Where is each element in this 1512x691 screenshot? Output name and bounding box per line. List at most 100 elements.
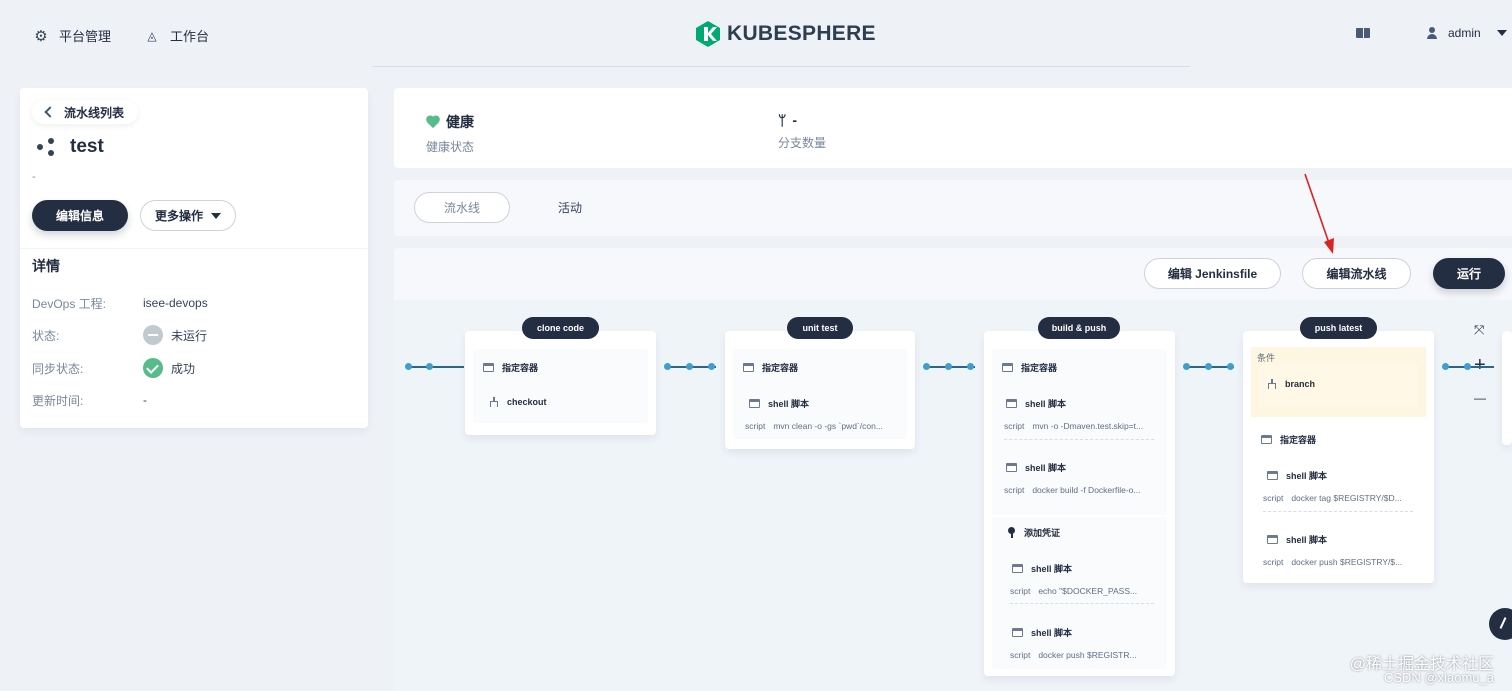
condition-box[interactable]: 条件 branch <box>1251 347 1426 417</box>
watermark-csdn: CSDN @xiaomu_a <box>1383 670 1494 685</box>
kubesphere-logo[interactable]: KUBESPHERE <box>695 20 876 48</box>
user-menu[interactable]: admin <box>1426 26 1507 40</box>
logo-text: KUBESPHERE <box>727 22 876 45</box>
platform-management-link[interactable]: ⚙ 平台管理 <box>33 26 111 45</box>
step-title: shell 脚本 <box>1025 399 1067 409</box>
shell-step[interactable]: shell 脚本 <box>1006 397 1066 410</box>
caret-down-icon <box>211 212 221 219</box>
step-separator <box>1263 511 1413 512</box>
back-to-pipeline-list[interactable]: 流水线列表 <box>32 100 139 124</box>
condition-label: branch <box>1285 379 1316 389</box>
key-icon <box>1008 527 1016 538</box>
stage-label-unit-test[interactable]: unit test <box>787 317 853 339</box>
health-stat: 健康 健康状态 <box>426 112 474 155</box>
shell-step[interactable]: shell 脚本 <box>1012 562 1072 575</box>
workbench-link[interactable]: ◬ 工作台 <box>144 26 209 45</box>
container-label: 指定容器 <box>762 363 799 373</box>
script-value: docker tag $REGISTRY/$D... <box>1291 493 1402 503</box>
shell-step[interactable]: shell 脚本 <box>749 397 809 410</box>
script-value: docker push $REGISTR... <box>1038 650 1137 660</box>
shell-icon <box>1012 628 1023 637</box>
stage-unit-test[interactable]: 指定容器 shell 脚本 script mvn clean -o -gs `pw… <box>725 331 915 449</box>
detail-key: DevOps 工程: <box>32 296 107 311</box>
detail-status: 状态: 未运行 <box>32 325 207 345</box>
connector-dot <box>1442 363 1449 370</box>
shell-icon <box>1006 463 1017 472</box>
credential-step[interactable]: 添加凭证 shell 脚本 script echo "$DOCKER_PASS..… <box>992 517 1167 669</box>
shell-icon <box>1006 399 1017 408</box>
container-step-header: 指定容器 <box>743 361 798 374</box>
health-label: 健康状态 <box>426 140 475 154</box>
container-step[interactable]: 指定容器 shell 脚本 script mvn clean -o -gs `pw… <box>733 349 907 439</box>
edit-pipeline-button[interactable]: 编辑流水线 <box>1302 258 1411 289</box>
stage-build-push[interactable]: 指定容器 shell 脚本 script mvn -o -Dmaven.test.… <box>984 331 1175 676</box>
shell-step[interactable]: shell 脚本 <box>1267 533 1327 546</box>
shell-icon <box>1012 564 1023 573</box>
stage-label-push-latest[interactable]: push latest <box>1300 317 1377 339</box>
stage-label-build-push[interactable]: build & push <box>1038 317 1120 339</box>
detail-key: 同步状态: <box>32 361 84 376</box>
script-value: docker push $REGISTRY/$... <box>1291 557 1403 567</box>
container-step[interactable]: 指定容器 checkout <box>473 349 648 423</box>
branch-icon <box>489 397 499 407</box>
connector-start <box>406 366 464 368</box>
checkout-step[interactable]: checkout <box>489 397 547 407</box>
user-name: admin <box>1448 26 1481 40</box>
shell-step[interactable]: shell 脚本 <box>1267 469 1327 482</box>
run-button[interactable]: 运行 <box>1433 258 1505 289</box>
detail-value: 成功 <box>171 361 196 376</box>
stage-label-clone-code[interactable]: clone code <box>522 317 599 339</box>
annotation-arrow <box>1304 173 1334 254</box>
success-check-icon <box>143 358 163 378</box>
script-key: script <box>745 421 766 431</box>
chevron-left-icon <box>44 106 56 118</box>
connector-dot <box>686 363 693 370</box>
detail-devops-project: DevOps 工程: isee-devops <box>32 293 208 313</box>
container-icon <box>1002 363 1013 372</box>
fit-view-icon[interactable]: ⤧ <box>1474 322 1484 338</box>
topbar-divider <box>372 66 1190 67</box>
connector-dot <box>945 363 952 370</box>
container-step-header: 指定容器 <box>1002 361 1057 374</box>
connector-dot <box>664 363 671 370</box>
detail-key: 更新时间: <box>32 393 84 408</box>
container-icon <box>743 363 754 372</box>
script-line: script mvn -o -Dmaven.test.skip=t... <box>1004 421 1162 431</box>
shell-step[interactable]: shell 脚本 <box>1012 626 1072 639</box>
script-line: script docker push $REGISTRY/$... <box>1263 557 1421 567</box>
tabs-bar: 流水线 活动 <box>394 180 1512 236</box>
connector-dot <box>1183 363 1190 370</box>
stage-next-partial[interactable] <box>1502 331 1512 445</box>
tab-pipeline[interactable]: 流水线 <box>414 192 510 223</box>
connector-dot <box>426 363 433 370</box>
branch-condition: branch <box>1267 379 1315 389</box>
connector-dot <box>923 363 930 370</box>
script-line: script echo "$DOCKER_PASS... <box>1010 586 1158 596</box>
edit-jenkinsfile-button[interactable]: 编辑 Jenkinsfile <box>1144 258 1281 289</box>
script-key: script <box>1010 650 1031 660</box>
container-step[interactable]: 指定容器 shell 脚本 script mvn -o -Dmaven.test.… <box>992 349 1167 515</box>
documentation-icon[interactable] <box>1356 28 1370 38</box>
stage-clone-code[interactable]: 指定容器 checkout <box>465 331 656 435</box>
container-step[interactable]: 指定容器 shell 脚本 script docker tag $REGISTRY… <box>1251 423 1426 575</box>
script-line: script mvn clean -o -gs `pwd`/con... <box>745 421 900 431</box>
condition-item[interactable]: branch <box>1259 365 1418 407</box>
edit-info-button[interactable]: 编辑信息 <box>32 200 128 231</box>
step-separator <box>1010 603 1154 604</box>
step-title: shell 脚本 <box>768 399 810 409</box>
shell-icon <box>1267 535 1278 544</box>
branch-icon <box>1267 379 1277 389</box>
script-value: echo "$DOCKER_PASS... <box>1038 586 1138 596</box>
workbench-label: 工作台 <box>170 29 210 44</box>
zoom-out-icon[interactable]: — <box>1474 391 1486 405</box>
stage-push-latest[interactable]: 条件 branch 指定容器 shell 脚本 script docker tag… <box>1243 331 1434 583</box>
step-separator <box>1004 439 1154 440</box>
more-actions-button[interactable]: 更多操作 <box>140 200 236 231</box>
platform-management-label: 平台管理 <box>59 29 112 44</box>
credential-label: 添加凭证 <box>1024 528 1061 538</box>
connector-dot <box>708 363 715 370</box>
step-title: shell 脚本 <box>1025 463 1067 473</box>
tab-activity[interactable]: 活动 <box>522 192 618 223</box>
shell-step[interactable]: shell 脚本 <box>1006 461 1066 474</box>
connector-dot <box>967 363 974 370</box>
